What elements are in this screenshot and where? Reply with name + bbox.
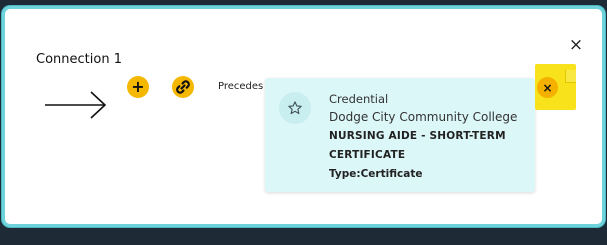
connection-modal: × Connection 1 + Precedes Credential Dod… (2, 6, 605, 227)
credential-certificate-type: Type:Certificate (329, 168, 423, 180)
plus-icon: + (131, 76, 145, 96)
add-connection-button[interactable]: + (127, 76, 149, 98)
relation-label: Precedes (218, 81, 264, 92)
link-icon (176, 80, 190, 94)
credential-type-label: Credential (329, 92, 389, 106)
credential-details: Credential Dodge City Community College … (329, 90, 529, 184)
remove-icon: × (537, 77, 558, 98)
arrow-right-icon (45, 91, 107, 119)
star-button[interactable] (279, 92, 311, 124)
remove-tile-fold (565, 70, 576, 83)
close-x-icon: × (542, 80, 553, 95)
credential-name: NURSING AIDE - SHORT-TERM CERTIFICATE (329, 130, 506, 161)
remove-credential-button[interactable]: × (535, 64, 576, 110)
close-icon: × (568, 34, 584, 55)
credential-organization: Dodge City Community College (329, 110, 518, 124)
link-button[interactable] (172, 76, 194, 98)
close-button[interactable]: × (565, 34, 587, 56)
credential-card[interactable]: Credential Dodge City Community College … (265, 78, 535, 192)
connection-title: Connection 1 (36, 52, 122, 67)
star-outline-icon (288, 101, 302, 115)
